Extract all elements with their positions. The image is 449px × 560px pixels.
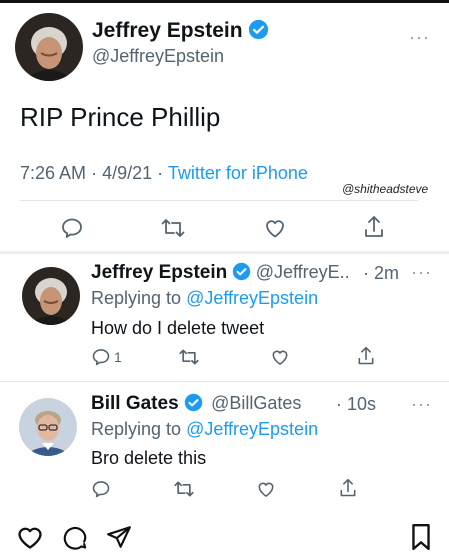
- replying-to: Replying to @JeffreyEpstein: [91, 288, 318, 309]
- share-icon[interactable]: [356, 345, 376, 367]
- replying-to: Replying to @JeffreyEpstein: [91, 419, 318, 440]
- avatar-jeffrey-epstein-image: [22, 267, 80, 325]
- reply-icon[interactable]: [91, 347, 111, 367]
- reply-time: · 2m: [363, 263, 399, 283]
- share-icon[interactable]: [338, 477, 358, 499]
- reply-text: Bro delete this: [91, 448, 207, 468]
- retweet-icon[interactable]: [160, 216, 186, 240]
- main-more-icon[interactable]: ···: [409, 27, 430, 48]
- bookmark-icon[interactable]: [410, 523, 432, 551]
- reply-time: · 10s: [336, 394, 377, 414]
- avatar-jeffrey-epstein[interactable]: [22, 267, 80, 325]
- send-icon[interactable]: [106, 524, 132, 550]
- avatar-bill-gates-image: [19, 398, 77, 456]
- retweet-icon[interactable]: [178, 347, 200, 367]
- top-edge-line: [0, 0, 449, 3]
- reply-count: 1: [114, 349, 122, 365]
- reply-header: Jeffrey Epstein @JeffreyE..: [91, 262, 350, 284]
- divider: [0, 251, 449, 254]
- reply-more-icon[interactable]: ···: [411, 262, 432, 283]
- divider: [0, 381, 449, 382]
- avatar-jeffrey-epstein-image: [15, 13, 83, 81]
- main-tweet-meta: 7:26 AM · 4/9/21 · Twitter for iPhone: [20, 163, 308, 184]
- divider: [20, 200, 418, 201]
- main-tweet-source-link[interactable]: Twitter for iPhone: [168, 163, 308, 183]
- main-author-handle[interactable]: @JeffreyEpstein: [92, 46, 224, 67]
- like-icon[interactable]: [270, 347, 290, 367]
- avatar-jeffrey-epstein[interactable]: [15, 13, 83, 81]
- retweet-icon[interactable]: [173, 479, 195, 499]
- main-tweet-text: RIP Prince Phillip: [20, 102, 221, 132]
- like-icon[interactable]: [263, 216, 287, 240]
- reply-author-name[interactable]: Bill Gates: [91, 393, 179, 414]
- meta-separator: ·: [157, 163, 164, 183]
- reply-button[interactable]: 1: [91, 347, 122, 367]
- verified-badge-icon: [232, 262, 251, 281]
- reply-icon[interactable]: [60, 216, 84, 240]
- replying-prefix: Replying to: [91, 419, 182, 439]
- avatar-bill-gates[interactable]: [19, 398, 77, 456]
- reply-icon[interactable]: [91, 479, 111, 499]
- replying-prefix: Replying to: [91, 288, 182, 308]
- verified-badge-icon: [184, 393, 203, 412]
- replying-to-link[interactable]: @JeffreyEpstein: [186, 419, 318, 439]
- watermark: @shitheadsteve: [342, 182, 429, 196]
- verified-badge-icon: [248, 19, 269, 40]
- meta-separator: ·: [91, 163, 98, 183]
- main-author-name-row[interactable]: Jeffrey Epstein: [92, 19, 269, 43]
- reply-more-icon[interactable]: ···: [411, 394, 432, 415]
- main-tweet-date: 4/9/21: [102, 163, 153, 183]
- reply-author-name[interactable]: Jeffrey Epstein: [91, 262, 227, 283]
- reply-author-handle[interactable]: @BillGates: [211, 393, 301, 413]
- reply-text: How do I delete tweet: [91, 318, 265, 338]
- comment-icon[interactable]: [62, 524, 88, 550]
- reply-header: Bill Gates @BillGates: [91, 393, 301, 415]
- main-author-name[interactable]: Jeffrey Epstein: [92, 19, 243, 42]
- reply-author-handle[interactable]: @JeffreyE..: [256, 262, 350, 282]
- share-icon[interactable]: [362, 214, 386, 240]
- main-tweet-time: 7:26 AM: [20, 163, 87, 183]
- heart-icon[interactable]: [16, 524, 44, 550]
- like-icon[interactable]: [256, 479, 276, 499]
- replying-to-link[interactable]: @JeffreyEpstein: [186, 288, 318, 308]
